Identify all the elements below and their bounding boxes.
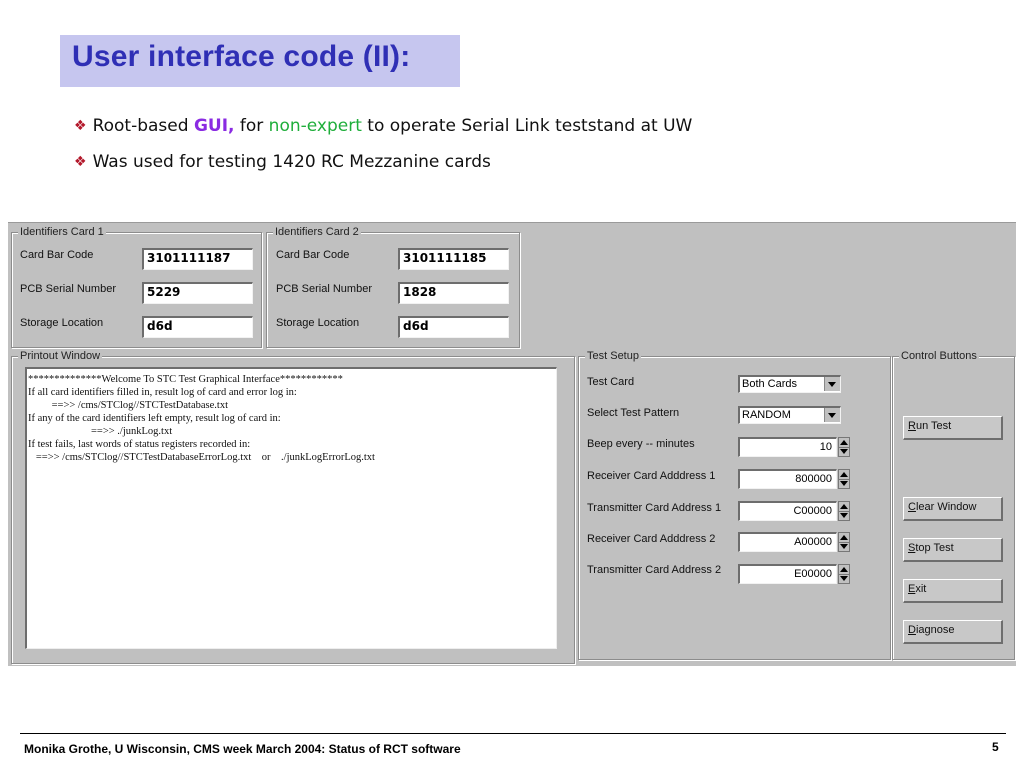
pcb-serial-label: PCB Serial Number — [276, 283, 372, 295]
printout-line: If test fails, last words of status regi… — [28, 439, 251, 450]
dropdown-arrow-icon[interactable] — [824, 377, 840, 391]
slide-footer: Monika Grothe, U Wisconsin, CMS week Mar… — [24, 742, 461, 756]
spin-up-icon[interactable] — [840, 535, 848, 540]
slide-title: User interface code (II): — [72, 40, 411, 73]
tx2-label: Transmitter Card Address 2 — [587, 564, 722, 576]
test-pattern-label: Select Test Pattern — [587, 407, 680, 419]
spin-down-icon[interactable] — [840, 449, 848, 454]
tx1-spinner[interactable] — [838, 501, 850, 521]
spin-up-icon[interactable] — [840, 567, 848, 572]
group-label: Identifiers Card 1 — [18, 225, 106, 239]
non-expert-highlight: non-expert — [268, 116, 362, 136]
spin-up-icon[interactable] — [840, 440, 848, 445]
page-number: 5 — [992, 740, 999, 754]
test-card-label: Test Card — [587, 376, 635, 388]
bullet-text-suffix: to operate Serial Link teststand at UW — [361, 116, 693, 136]
beep-spinner[interactable] — [838, 437, 850, 457]
card1-pcb-serial-field[interactable]: 5229 — [142, 282, 253, 304]
card2-pcb-serial-field[interactable]: 1828 — [398, 282, 509, 304]
printout-line: If all card identifiers filled in, resul… — [28, 387, 297, 398]
diagnose-label: iagnose — [915, 624, 955, 636]
diagnose-mnemonic: D — [908, 624, 916, 636]
spin-up-icon[interactable] — [840, 504, 848, 509]
beep-label: Beep every -- minutes — [587, 438, 695, 450]
bullet-text: Root-based GUI, for non-expert to operat… — [93, 116, 693, 136]
tx2-spinner[interactable] — [838, 564, 850, 584]
group-label: Identifiers Card 2 — [273, 225, 361, 239]
bullet-item: ❖ Was used for testing 1420 RC Mezzanine… — [74, 152, 692, 188]
footer-divider — [20, 733, 1006, 734]
printout-line: ==>> /cms/STClog//STCTestDatabaseErrorLo… — [28, 452, 375, 463]
printout-line: **************Welcome To STC Test Graphi… — [28, 374, 343, 385]
card-bar-code-label: Card Bar Code — [276, 249, 350, 261]
test-card-dropdown[interactable]: Both Cards — [738, 375, 841, 393]
rx2-label: Receiver Card Adddress 2 — [587, 533, 716, 545]
exit-button[interactable]: Exit — [903, 579, 1003, 603]
spin-down-icon[interactable] — [840, 576, 848, 581]
run-test-mnemonic: R — [908, 420, 916, 432]
gui-highlight: GUI, — [193, 116, 235, 136]
printout-text-area[interactable]: **************Welcome To STC Test Graphi… — [25, 367, 557, 649]
bullet-item: ❖ Root-based GUI, for non-expert to oper… — [74, 116, 692, 152]
storage-location-label: Storage Location — [20, 317, 104, 329]
bullet-text-prefix: Root-based — [92, 116, 194, 136]
test-card-value: Both Cards — [742, 378, 798, 390]
rx1-label: Receiver Card Adddress 1 — [587, 470, 716, 482]
tx1-address-field[interactable]: C00000 — [738, 501, 837, 521]
stop-test-label: top Test — [915, 542, 954, 554]
rx1-address-field[interactable]: 800000 — [738, 469, 837, 489]
dropdown-arrow-icon[interactable] — [824, 408, 840, 422]
spin-up-icon[interactable] — [840, 472, 848, 477]
test-pattern-value: RANDOM — [742, 409, 791, 421]
spin-down-icon[interactable] — [840, 513, 848, 518]
group-label: Test Setup — [585, 349, 641, 363]
run-test-label: un Test — [915, 420, 952, 432]
card1-storage-field[interactable]: d6d — [142, 316, 253, 338]
stop-test-button[interactable]: Stop Test — [903, 538, 1003, 562]
tx1-label: Transmitter Card Address 1 — [587, 502, 722, 514]
pcb-serial-label: PCB Serial Number — [20, 283, 116, 295]
tx2-address-field[interactable]: E00000 — [738, 564, 837, 584]
spin-down-icon[interactable] — [840, 544, 848, 549]
clear-window-button[interactable]: Clear Window — [903, 497, 1003, 521]
stc-test-gui-window: Identifiers Card 1 Card Bar Code 3101111… — [8, 222, 1016, 666]
card2-storage-field[interactable]: d6d — [398, 316, 509, 338]
card1-bar-code-field[interactable]: 3101111187 — [142, 248, 253, 270]
rx2-spinner[interactable] — [838, 532, 850, 552]
exit-label: xit — [915, 583, 927, 595]
run-test-button[interactable]: Run Test — [903, 416, 1003, 440]
rx1-spinner[interactable] — [838, 469, 850, 489]
spin-down-icon[interactable] — [840, 481, 848, 486]
printout-line: If any of the card identifiers left empt… — [28, 413, 281, 424]
group-label: Printout Window — [18, 349, 103, 363]
rx2-address-field[interactable]: A00000 — [738, 532, 837, 552]
diamond-bullet-icon: ❖ — [74, 118, 87, 134]
storage-location-label: Storage Location — [276, 317, 360, 329]
diamond-bullet-icon: ❖ — [74, 154, 87, 170]
printout-line: ==>> ./junkLog.txt — [28, 426, 173, 437]
bullet-text: Was used for testing 1420 RC Mezzanine c… — [92, 152, 491, 172]
beep-minutes-field[interactable]: 10 — [738, 437, 837, 457]
printout-line: ==>> /cms/STClog//STCTestDatabase.txt — [28, 400, 228, 411]
card2-bar-code-field[interactable]: 3101111185 — [398, 248, 509, 270]
clear-window-label: lear Window — [915, 501, 977, 513]
clear-window-mnemonic: C — [908, 501, 916, 513]
diagnose-button[interactable]: Diagnose — [903, 620, 1003, 644]
group-label: Control Buttons — [899, 349, 979, 363]
card-bar-code-label: Card Bar Code — [20, 249, 94, 261]
bullet-text-mid: for — [234, 116, 269, 136]
test-pattern-dropdown[interactable]: RANDOM — [738, 406, 841, 424]
bullet-list: ❖ Root-based GUI, for non-expert to oper… — [74, 116, 692, 188]
